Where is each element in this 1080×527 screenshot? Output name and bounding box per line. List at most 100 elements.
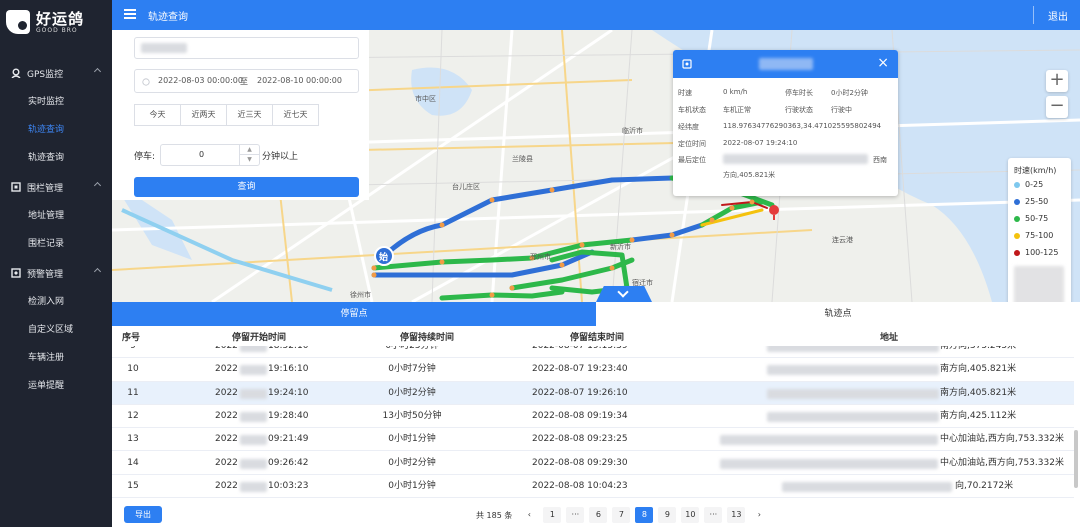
- top-bar: 轨迹查询 退出: [112, 0, 1080, 30]
- page-title: 轨迹查询: [148, 12, 188, 23]
- menu-group-alert[interactable]: 预警管理: [0, 258, 112, 288]
- logo: 好运鸽 GOOD BRO: [6, 10, 84, 34]
- tab-track-points[interactable]: 轨迹点: [596, 302, 1080, 326]
- cell-end: 2022-08-07 19:26:10: [532, 387, 628, 398]
- sidebar-menu: GPS监控 实时监控 轨迹查询 轨迹查询 围栏管理 地址管理 围栏记录 预警管理…: [0, 58, 112, 400]
- date-range-picker[interactable]: 2022-08-03 00:00:00 至 2022-08-10 00:00:0…: [134, 69, 359, 93]
- cell-start-time: 19:16:10: [268, 364, 309, 375]
- page-button[interactable]: 13: [727, 507, 746, 523]
- last-location-label: 最后定位: [678, 156, 706, 164]
- cell-start-pre: 2022: [215, 387, 238, 398]
- page-button[interactable]: 9: [658, 507, 677, 523]
- map-view[interactable]: 始 台儿庄区 邳州市 新沂市 徐州市 宿迁市 市中区 兰陵县 临沂市 连云港 2…: [112, 30, 1080, 302]
- legend-color-dot: [1014, 198, 1020, 205]
- prev-page-button[interactable]: ‹: [520, 507, 538, 523]
- zoom-in-button[interactable]: +: [1046, 70, 1068, 92]
- menu-item-track-query-active[interactable]: 轨迹查询: [0, 116, 112, 144]
- header-start-time: 停留开始时间: [232, 333, 287, 343]
- device-status-value: 车机正常: [723, 106, 751, 114]
- stop-minutes-value[interactable]: 0: [199, 150, 204, 159]
- menu-group-gps[interactable]: GPS监控: [0, 58, 112, 88]
- seven-days-button[interactable]: 近七天: [272, 104, 319, 126]
- page-ellipsis[interactable]: ···: [566, 507, 585, 523]
- result-tabs: 停留点 轨迹点: [112, 302, 1080, 326]
- cell-address: 南方向,405.821米: [940, 364, 1017, 375]
- cell-end: 2022-08-07 19:23:40: [532, 364, 628, 375]
- cell-start-pre: 2022: [215, 480, 238, 491]
- header-duration: 停留持续时间: [400, 333, 455, 343]
- location-time-label: 定位时间: [678, 140, 706, 148]
- cell-duration: 0小时1分钟: [388, 434, 436, 445]
- legend-color-dot: [1014, 215, 1020, 222]
- zoom-out-button[interactable]: −: [1046, 96, 1068, 118]
- menu-item-waybill-reminder[interactable]: 运单提醒: [0, 372, 112, 400]
- cell-no: 14: [127, 457, 139, 468]
- query-button[interactable]: 查询: [134, 177, 359, 197]
- legend-item: 50-75: [1014, 214, 1048, 223]
- cell-duration: 0小时2分钟: [388, 457, 436, 468]
- next-page-button[interactable]: ›: [750, 507, 768, 523]
- table-row[interactable]: 10 2022 19:16:10 0小时7分钟 2022-08-07 19:23…: [112, 358, 1074, 382]
- map-label: 连云港: [832, 236, 853, 244]
- cell-end: 2022-08-08 09:29:30: [532, 457, 628, 468]
- quick-range-buttons: 今天 近两天 近三天 近七天: [134, 104, 319, 126]
- fence-icon: [11, 182, 21, 192]
- start-marker-label[interactable]: 始: [379, 250, 388, 263]
- table-row[interactable]: 12 2022 19:28:40 13小时50分钟 2022-08-08 09:…: [112, 404, 1074, 429]
- table-row-selected[interactable]: 11 2022 19:24:10 0小时2分钟 2022-08-07 19:26…: [112, 381, 1074, 405]
- menu-item-address[interactable]: 地址管理: [0, 202, 112, 230]
- cell-address: 中心加油站,西方向,753.332米: [940, 457, 1064, 468]
- table-row[interactable]: 14 2022 09:26:42 0小时2分钟 2022-08-08 09:29…: [112, 451, 1074, 475]
- logo-mark: [6, 10, 30, 34]
- menu-toggle-icon[interactable]: [124, 9, 136, 19]
- cell-address-blurred: [782, 481, 952, 492]
- today-button[interactable]: 今天: [134, 104, 181, 126]
- stop-duration-label: 停车时长: [785, 89, 813, 97]
- tab-stop-points[interactable]: 停留点: [112, 302, 596, 326]
- brand-name-en: GOOD BRO: [36, 26, 78, 34]
- menu-item-fence-record[interactable]: 围栏记录: [0, 230, 112, 258]
- page-button[interactable]: 10: [681, 507, 700, 523]
- page-button-current[interactable]: 8: [635, 507, 654, 523]
- menu-item-track-query[interactable]: 轨迹查询: [0, 144, 112, 172]
- table-scrollbar[interactable]: [1074, 430, 1078, 488]
- plate-number-input[interactable]: [134, 37, 359, 59]
- page-button[interactable]: 1: [543, 507, 562, 523]
- legend-item: 75-100: [1014, 231, 1053, 240]
- popup-plate-blurred: [759, 58, 813, 70]
- stepper-up-icon[interactable]: ▲: [239, 145, 259, 155]
- date-separator: 至: [240, 77, 248, 86]
- collapse-panel-button[interactable]: [596, 286, 652, 302]
- export-button[interactable]: 导出: [124, 506, 162, 523]
- cell-address-blurred: [767, 365, 939, 376]
- menu-item-custom-area[interactable]: 自定义区域: [0, 316, 112, 344]
- stop-minutes-stepper[interactable]: 0 ▲ ▼: [160, 144, 260, 166]
- table-row[interactable]: 13 2022 09:21:49 0小时1分钟 2022-08-08 09:23…: [112, 428, 1074, 452]
- two-days-button[interactable]: 近两天: [180, 104, 227, 126]
- table-row[interactable]: 15 2022 10:03:23 0小时1分钟 2022-08-08 10:04…: [112, 474, 1074, 499]
- page-ellipsis[interactable]: ···: [704, 507, 723, 523]
- date-end[interactable]: 2022-08-10 00:00:00: [257, 76, 342, 85]
- menu-item-network[interactable]: 检测入网: [0, 288, 112, 316]
- legend-label: 100-125: [1025, 248, 1059, 257]
- cell-start-blurred: [240, 458, 267, 469]
- menu-item-realtime[interactable]: 实时监控: [0, 88, 112, 116]
- last-location-blurred: [723, 154, 868, 164]
- three-days-button[interactable]: 近三天: [226, 104, 273, 126]
- brand-name-cn: 好运鸽: [36, 9, 85, 28]
- logout-button[interactable]: 退出: [1048, 8, 1068, 23]
- page-button[interactable]: 7: [612, 507, 631, 523]
- menu-group-fence[interactable]: 围栏管理: [0, 172, 112, 202]
- popup-header: ×: [673, 50, 898, 78]
- cell-start-blurred: [240, 411, 267, 422]
- stepper-down-icon[interactable]: ▼: [239, 155, 259, 165]
- menu-item-vehicle-register[interactable]: 车辆注册: [0, 344, 112, 372]
- close-icon[interactable]: ×: [877, 55, 889, 71]
- date-start[interactable]: 2022-08-03 00:00:00: [158, 76, 243, 85]
- map-label: 邳州市: [530, 253, 551, 261]
- speed-value: 0 km/h: [723, 88, 748, 96]
- menu-group-label: 围栏管理: [27, 183, 64, 194]
- map-label: 市中区: [415, 95, 436, 103]
- coordinates-label: 经纬度: [678, 123, 699, 131]
- page-button[interactable]: 6: [589, 507, 608, 523]
